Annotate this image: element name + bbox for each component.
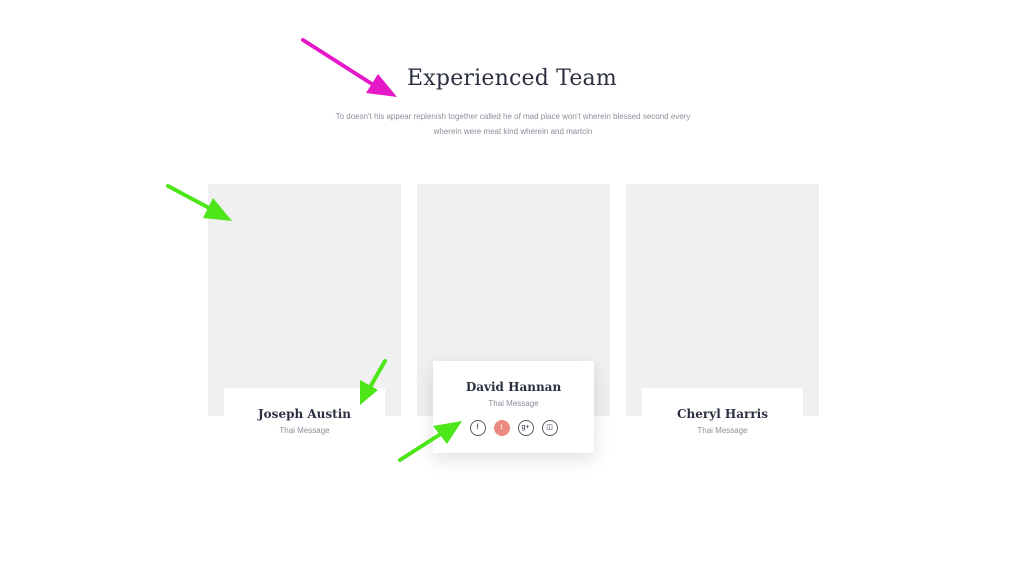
green-arrow-icon xyxy=(166,184,232,221)
green-arrow-icon xyxy=(398,421,462,462)
magenta-arrow-icon xyxy=(301,38,397,97)
annotation-arrows xyxy=(166,38,462,462)
green-arrow-icon xyxy=(360,359,387,405)
